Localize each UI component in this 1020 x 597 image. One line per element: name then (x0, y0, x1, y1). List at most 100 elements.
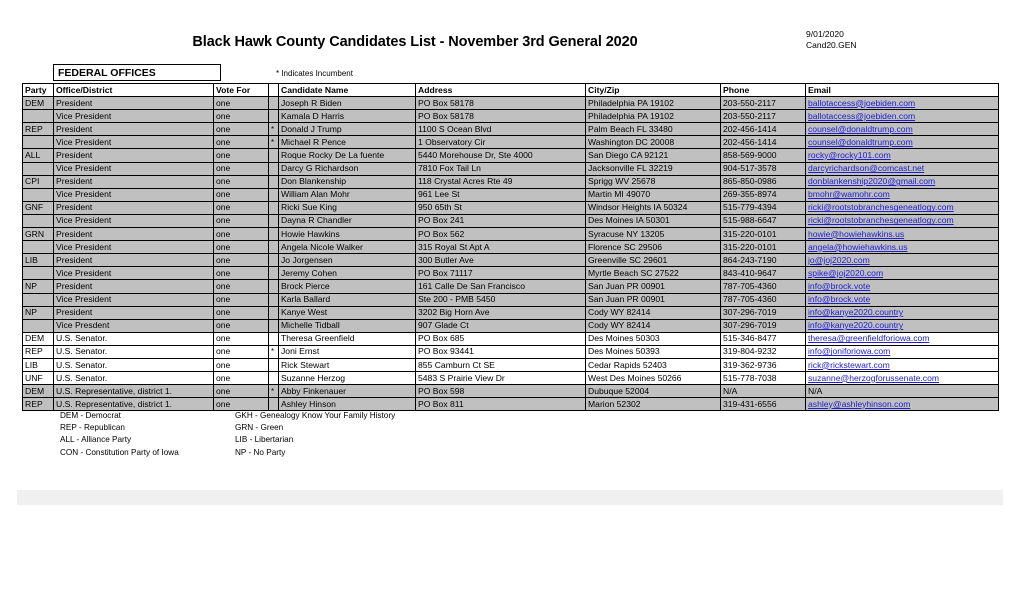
cell-vote-for: one (213, 148, 269, 163)
cell-email[interactable]: info@kanye2020.country (805, 318, 999, 333)
cell-city-zip: Syracuse NY 13205 (585, 227, 721, 242)
cell-email[interactable]: info@kanye2020.country (805, 305, 999, 320)
email-link[interactable]: suzanne@herzogforussenate.com (808, 373, 939, 383)
cell-incumbent-marker (268, 227, 279, 242)
cell-vote-for: one (213, 174, 269, 189)
cell-email[interactable]: howie@howiehawkins.us (805, 227, 999, 242)
cell-incumbent-marker: * (268, 384, 279, 399)
cell-party: LIB (22, 253, 54, 268)
cell-email[interactable]: ricki@rootstobranchesgeneatlogy.com (805, 213, 999, 229)
cell-address: PO Box 93441 (415, 344, 586, 359)
legend-item: LIB - Libertarian (235, 435, 294, 445)
email-link[interactable]: jo@joj2020.com (808, 255, 870, 265)
table-row: LIB U.S. Senator. one Rick Stewart 855 Cambu… (22, 357, 999, 373)
cell-incumbent-marker (268, 109, 279, 124)
table-row: Vice President one William Alan Mohr 961 Le… (22, 187, 999, 202)
email-link[interactable]: theresa@greenfieldforiowa.com (808, 333, 929, 343)
table-row: NP President one Brock Pierce 161 Calle De S… (22, 279, 999, 294)
party-abbreviation-legend: DEM - Democrat REP - Republican ALL - Alli… (60, 410, 495, 459)
table-row: Vice President one Angela Nicole Walker 315… (22, 240, 999, 255)
cell-email[interactable]: bmohr@wamohr.com (805, 187, 999, 202)
cell-email[interactable]: info@joniforiowa.com (805, 344, 999, 359)
legend-item: ALL - Alliance Party (60, 435, 132, 445)
cell-email[interactable]: donblankenship2020@gmail.com (805, 174, 999, 189)
document-meta: 9/01/2020 Cand20.GEN (806, 29, 857, 51)
email-link[interactable]: rick@rickstewart.com (808, 360, 890, 370)
cell-email[interactable]: suzanne@herzogforussenate.com (805, 371, 999, 386)
email-link[interactable]: ballotaccess@joebiden.com (808, 98, 915, 108)
cell-phone: 865-850-0986 (720, 174, 806, 189)
cell-address: 3202 Big Horn Ave (415, 305, 586, 320)
email-link[interactable]: donblankenship2020@gmail.com (808, 176, 935, 186)
email-link[interactable]: ricki@rootstobranchesgeneatlogy.com (808, 202, 954, 212)
column-header-phone: Phone (720, 82, 806, 98)
table-row: DEM President one Joseph R Biden PO Box 5817… (22, 96, 999, 111)
cell-city-zip: Marion 52302 (585, 397, 721, 412)
email-link[interactable]: info@joniforiowa.com (808, 346, 890, 356)
email-link[interactable]: angela@howiehawkins.us (808, 242, 908, 252)
cell-email[interactable]: ashley@ashleyhinson.com (805, 397, 999, 412)
cell-office: President (53, 174, 214, 189)
cell-city-zip: San Diego CA 92121 (585, 148, 721, 163)
cell-email[interactable]: jo@joj2020.com (805, 253, 999, 268)
email-link[interactable]: info@brock.vote (808, 294, 870, 304)
cell-email[interactable]: theresa@greenfieldforiowa.com (805, 331, 999, 346)
cell-city-zip: Florence SC 29506 (585, 240, 721, 255)
cell-office: U.S. Senator. (53, 371, 214, 386)
cell-email[interactable]: ballotaccess@joebiden.com (805, 96, 999, 111)
email-link[interactable]: ricki@rootstobranchesgeneatlogy.com (808, 215, 954, 225)
cell-email[interactable]: info@brock.vote (805, 292, 999, 307)
cell-address: 950 65th St (415, 200, 586, 215)
cell-email[interactable]: angela@howiehawkins.us (805, 240, 999, 255)
email-link[interactable]: howie@howiehawkins.us (808, 229, 904, 239)
cell-email[interactable]: info@brock.vote (805, 279, 999, 294)
cell-candidate-name: Ricki Sue King (278, 200, 416, 215)
cell-address: 961 Lee St (415, 187, 586, 202)
cell-incumbent-marker (268, 240, 279, 255)
email-link[interactable]: rocky@rocky101.com (808, 150, 891, 160)
cell-vote-for: one (213, 161, 269, 176)
cell-email[interactable]: ballotaccess@joebiden.com (805, 109, 999, 124)
cell-email[interactable]: darcyrichardson@comcast.net (805, 161, 999, 176)
table-row: Vice Presdent one Michelle Tidball 907 Glad… (22, 318, 999, 333)
email-link[interactable]: spike@joj2020.com (808, 268, 883, 278)
email-link[interactable]: counsel@donaldtrump.com (808, 124, 913, 134)
cell-incumbent-marker (268, 279, 279, 294)
cell-email[interactable]: spike@joj2020.com (805, 266, 999, 281)
cell-office: President (53, 148, 214, 163)
cell-vote-for: one (213, 279, 269, 294)
cell-email[interactable]: counsel@donaldtrump.com (805, 122, 999, 137)
cell-party: DEM (22, 384, 54, 399)
cell-candidate-name: Suzanne Herzog (278, 371, 416, 386)
cell-office: Vice President (53, 135, 214, 150)
cell-city-zip: Martin MI 49070 (585, 187, 721, 202)
email-link[interactable]: info@kanye2020.country (808, 320, 903, 330)
email-link[interactable]: bmohr@wamohr.com (808, 189, 890, 199)
cell-address: 118 Crystal Acres Rte 49 (415, 174, 586, 189)
cell-city-zip: Greenville SC 29601 (585, 253, 721, 268)
cell-incumbent-marker (268, 200, 279, 215)
cell-city-zip: Cedar Rapids 52403 (585, 357, 721, 373)
table-row: REP President one * Donald J Trump 1100 S Oce… (22, 122, 999, 137)
cell-email[interactable]: rocky@rocky101.com (805, 148, 999, 163)
cell-email[interactable]: rick@rickstewart.com (805, 357, 999, 373)
cell-vote-for: one (213, 384, 269, 399)
email-link[interactable]: ballotaccess@joebiden.com (808, 111, 915, 121)
email-link[interactable]: darcyrichardson@comcast.net (808, 163, 924, 173)
email-link[interactable]: info@kanye2020.country (808, 307, 903, 317)
cell-office: President (53, 96, 214, 111)
table-row: Vice President one Kamala D Harris PO Box 5… (22, 109, 999, 124)
email-link[interactable]: info@brock.vote (808, 281, 870, 291)
cell-phone: 202-456-1414 (720, 122, 806, 137)
cell-vote-for: one (213, 240, 269, 255)
cell-email[interactable]: counsel@donaldtrump.com (805, 135, 999, 150)
bottom-gray-band (17, 490, 1003, 505)
email-link[interactable]: counsel@donaldtrump.com (808, 137, 913, 147)
table-row: Vice President one * Michael R Pence 1 Obser… (22, 135, 999, 150)
cell-party: NP (22, 279, 54, 294)
cell-party (22, 109, 54, 124)
email-link[interactable]: ashley@ashleyhinson.com (808, 399, 910, 409)
legend-item: CON - Constitution Party of Iowa (60, 447, 179, 457)
cell-email[interactable]: ricki@rootstobranchesgeneatlogy.com (805, 200, 999, 215)
cell-incumbent-marker (268, 187, 279, 202)
